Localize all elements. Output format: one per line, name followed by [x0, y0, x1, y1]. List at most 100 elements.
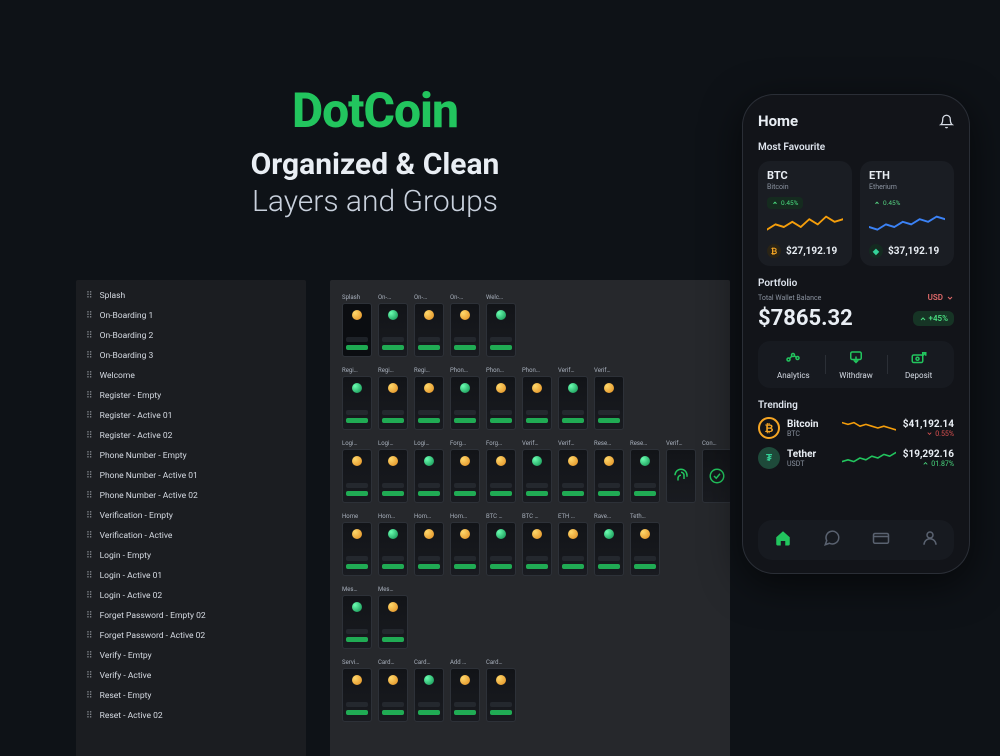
artboard-thumb[interactable]: Phon…	[486, 367, 516, 430]
layer-row[interactable]: ⠿Verification - Active	[76, 526, 306, 546]
layer-row[interactable]: ⠿Register - Empty	[76, 386, 306, 406]
thumb-label: Card…	[378, 659, 408, 666]
thumb-preview	[378, 668, 408, 722]
action-withdraw[interactable]: Withdraw	[825, 349, 888, 380]
artboard-thumb[interactable]: Rave…	[594, 513, 624, 576]
layer-row[interactable]: ⠿Register - Active 01	[76, 406, 306, 426]
layer-row[interactable]: ⠿Login - Active 02	[76, 586, 306, 606]
thumb-label: Splash	[342, 294, 372, 301]
artboard-thumb[interactable]: On-…	[378, 294, 408, 357]
layer-row[interactable]: ⠿Forget Password - Active 02	[76, 626, 306, 646]
artboard-thumb[interactable]: Mes…	[378, 586, 408, 649]
layer-row[interactable]: ⠿Login - Active 01	[76, 566, 306, 586]
fav-card[interactable]: ETHEtherium0.45%◆$37,192.19	[860, 161, 954, 266]
layer-row[interactable]: ⠿Register - Active 02	[76, 426, 306, 446]
artboard-thumb[interactable]: Mes…	[342, 586, 372, 649]
artboard-thumb[interactable]: Card…	[486, 659, 516, 722]
artboard-thumb[interactable]: Logi…	[342, 440, 372, 503]
thumb-preview	[378, 303, 408, 357]
chat-icon	[823, 529, 841, 551]
layer-row[interactable]: ⠿Welcome	[76, 366, 306, 386]
artboard-thumb[interactable]: Hom…	[450, 513, 480, 576]
artboard-thumb[interactable]: ETH …	[558, 513, 588, 576]
artboard-thumb[interactable]: Add …	[450, 659, 480, 722]
artboard-thumb[interactable]: Logi…	[378, 440, 408, 503]
layer-row[interactable]: ⠿Login - Empty	[76, 546, 306, 566]
layer-row[interactable]: ⠿Verification - Empty	[76, 506, 306, 526]
thumb-preview	[702, 449, 730, 503]
thumb-preview	[630, 449, 660, 503]
artboard-thumb[interactable]: Welc…	[486, 294, 516, 357]
artboard-thumb[interactable]: Verif…	[558, 367, 588, 430]
trend-name: Bitcoin	[787, 419, 835, 430]
layer-row[interactable]: ⠿Verify - Active	[76, 666, 306, 686]
layer-row[interactable]: ⠿Splash	[76, 286, 306, 306]
usdt-icon: ₮	[758, 447, 780, 469]
fav-change: 0.45%	[869, 197, 905, 209]
layer-row[interactable]: ⠿Phone Number - Active 01	[76, 466, 306, 486]
artboard-thumb[interactable]: Logi…	[414, 440, 444, 503]
artboard-thumb[interactable]: On-…	[450, 294, 480, 357]
nav-card[interactable]	[870, 529, 892, 551]
layer-row[interactable]: ⠿Reset - Empty	[76, 686, 306, 706]
layer-row[interactable]: ⠿Reset - Active 02	[76, 706, 306, 726]
currency-selector[interactable]: USD	[928, 293, 954, 302]
artboard-thumb[interactable]: Regi…	[342, 367, 372, 430]
artboard-thumb[interactable]: Verif…	[522, 440, 552, 503]
artboard-thumb[interactable]: Regi…	[378, 367, 408, 430]
layer-row[interactable]: ⠿On-Boarding 2	[76, 326, 306, 346]
artboard-thumb[interactable]: Verif…	[558, 440, 588, 503]
artboard-thumb[interactable]: BTC …	[486, 513, 516, 576]
fav-card[interactable]: BTCBitcoin0.45%₿$27,192.19	[758, 161, 852, 266]
thumb-preview	[558, 376, 588, 430]
drag-handle-icon: ⠿	[86, 631, 92, 641]
thumb-label: On-…	[378, 294, 408, 301]
btc-icon: ₿	[767, 244, 781, 258]
thumb-label: BTC …	[486, 513, 516, 520]
bell-icon[interactable]	[938, 113, 954, 129]
artboard-thumb[interactable]: Forg…	[486, 440, 516, 503]
artboard-thumb[interactable]: Verif…	[666, 440, 696, 503]
artboard-thumb[interactable]: Con…	[702, 440, 730, 503]
artboard-thumb[interactable]: Phon…	[450, 367, 480, 430]
trend-row[interactable]: ₿BitcoinBTC$41,192.140.55%	[758, 417, 954, 439]
fav-header: Most Favourite	[758, 142, 954, 153]
artboard-thumb[interactable]: Rese…	[630, 440, 660, 503]
artboard-thumb[interactable]: Rese…	[594, 440, 624, 503]
action-analytics[interactable]: Analytics	[762, 349, 825, 380]
layer-row[interactable]: ⠿Phone Number - Active 02	[76, 486, 306, 506]
thumb-preview	[414, 522, 444, 576]
layer-row[interactable]: ⠿Phone Number - Empty	[76, 446, 306, 466]
artboard-thumb[interactable]: Forg…	[450, 440, 480, 503]
nav-chat[interactable]	[821, 529, 843, 551]
artboard-thumb[interactable]: Home	[342, 513, 372, 576]
action-deposit[interactable]: Deposit	[887, 349, 950, 380]
layer-row[interactable]: ⠿On-Boarding 3	[76, 346, 306, 366]
layer-row[interactable]: ⠿On-Boarding 1	[76, 306, 306, 326]
thumb-label: Logi…	[378, 440, 408, 447]
thumb-label: Mes…	[342, 586, 372, 593]
caret-up-icon	[772, 200, 778, 206]
trend-row[interactable]: ₮TetherUSDT$19,292.1601.87%	[758, 447, 954, 469]
artboard-thumb[interactable]: Phon…	[522, 367, 552, 430]
artboard-thumb[interactable]: Card…	[378, 659, 408, 722]
layer-row[interactable]: ⠿Verify - Emtpy	[76, 646, 306, 666]
drag-handle-icon: ⠿	[86, 451, 92, 461]
artboard-thumb[interactable]: Splash	[342, 294, 372, 357]
nav-user[interactable]	[919, 529, 941, 551]
artboard-thumb[interactable]: BTC …	[522, 513, 552, 576]
artboard-thumb[interactable]: On-…	[414, 294, 444, 357]
thumb-preview	[342, 668, 372, 722]
layer-label: Welcome	[100, 371, 135, 381]
artboard-thumb[interactable]: Verif…	[594, 367, 624, 430]
nav-home[interactable]	[772, 529, 794, 551]
thumb-label: Home	[342, 513, 372, 520]
thumb-label: Verif…	[558, 440, 588, 447]
artboard-thumb[interactable]: Card…	[414, 659, 444, 722]
artboard-thumb[interactable]: Hom…	[414, 513, 444, 576]
artboard-thumb[interactable]: Hom…	[378, 513, 408, 576]
artboard-thumb[interactable]: Teth…	[630, 513, 660, 576]
layer-row[interactable]: ⠿Forget Password - Empty 02	[76, 606, 306, 626]
artboard-thumb[interactable]: Servi…	[342, 659, 372, 722]
artboard-thumb[interactable]: Regi…	[414, 367, 444, 430]
